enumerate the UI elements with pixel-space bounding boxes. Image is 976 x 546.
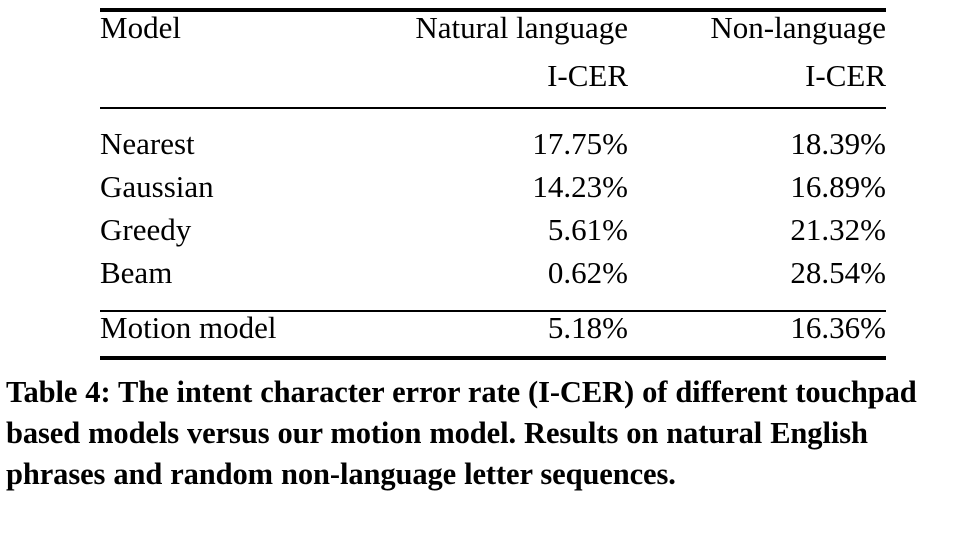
table-figure: Model Natural language Non-language I-CE… bbox=[0, 0, 976, 546]
column-header-natural-language-sub: I-CER bbox=[547, 58, 628, 93]
cell-natural-language: 5.18% bbox=[547, 310, 628, 345]
cell-non-language: 21.32% bbox=[790, 212, 886, 247]
table-row: Greedy 5.61% 21.32% bbox=[100, 214, 886, 257]
table-row: Beam 0.62% 28.54% bbox=[100, 257, 886, 300]
cell-model: Greedy bbox=[100, 212, 192, 247]
cell-non-language: 16.36% bbox=[790, 310, 886, 345]
cell-non-language: 18.39% bbox=[790, 126, 886, 161]
cell-natural-language: 5.61% bbox=[547, 212, 628, 247]
table-row: Gaussian 14.23% 16.89% bbox=[100, 171, 886, 214]
column-header-model-sub bbox=[100, 60, 352, 108]
cell-non-language: 28.54% bbox=[790, 255, 886, 290]
cell-natural-language: 17.75% bbox=[532, 126, 628, 161]
column-header-model: Model bbox=[100, 10, 181, 45]
results-table: Model Natural language Non-language I-CE… bbox=[100, 8, 886, 362]
table-header-row-2: I-CER I-CER bbox=[100, 60, 886, 108]
table-header-row-1: Model Natural language Non-language bbox=[100, 12, 886, 60]
table-row: Nearest 17.75% 18.39% bbox=[100, 109, 886, 171]
cell-model: Nearest bbox=[100, 126, 195, 161]
column-header-natural-language: Natural language bbox=[415, 10, 628, 45]
table-rule-bottom bbox=[100, 356, 886, 362]
cell-model: Beam bbox=[100, 255, 173, 290]
column-header-non-language-sub: I-CER bbox=[805, 58, 886, 93]
cell-model: Gaussian bbox=[100, 169, 214, 204]
column-header-non-language: Non-language bbox=[710, 10, 886, 45]
table-container: Model Natural language Non-language I-CE… bbox=[100, 8, 886, 362]
cell-model: Motion model bbox=[100, 310, 277, 345]
cell-non-language: 16.89% bbox=[790, 169, 886, 204]
table-row-summary: Motion model 5.18% 16.36% bbox=[100, 312, 886, 358]
cell-natural-language: 0.62% bbox=[547, 255, 628, 290]
table-caption: Table 4: The intent character error rate… bbox=[6, 375, 917, 491]
cell-natural-language: 14.23% bbox=[532, 169, 628, 204]
